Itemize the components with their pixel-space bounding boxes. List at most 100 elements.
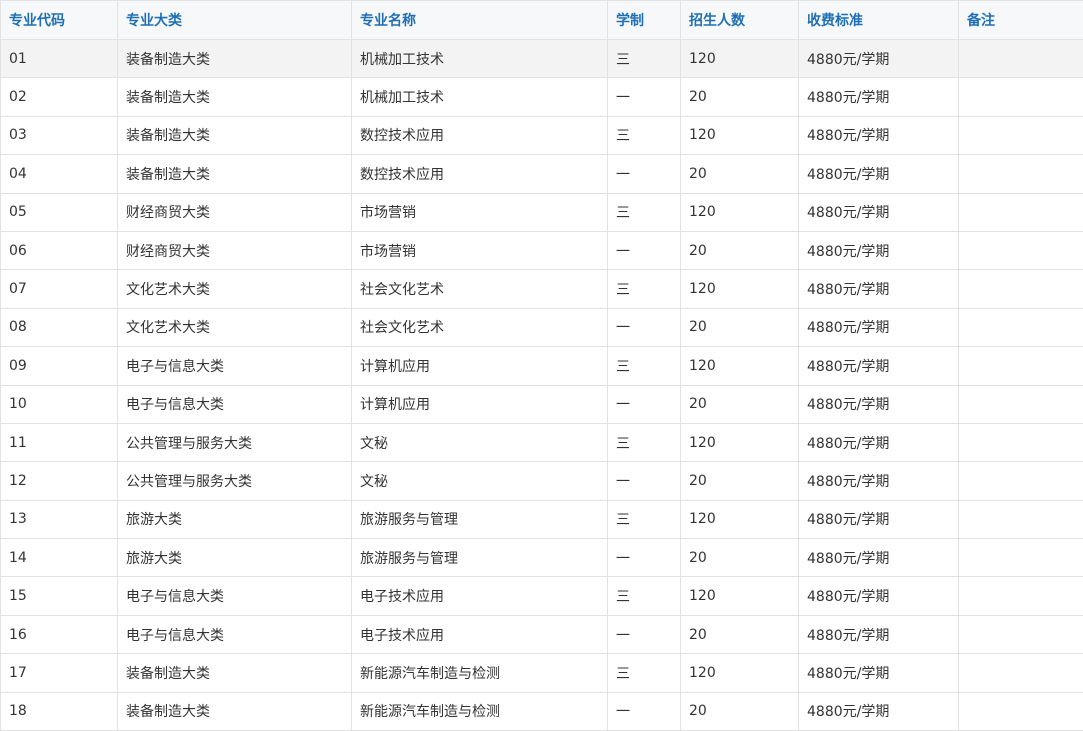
cell-major-name: 机械加工技术 (351, 38, 608, 79)
cell-fee: 4880元/学期 (798, 653, 959, 693)
cell-major-code: 07 (0, 269, 118, 309)
cell-major-code: 18 (0, 691, 118, 731)
header-major-name: 专业名称 (351, 0, 608, 40)
cell-duration: 三 (607, 38, 681, 79)
cell-major-category: 装备制造大类 (117, 154, 352, 194)
table-row: 14 旅游大类 旅游服务与管理一 20 4880元/学期 (0, 538, 1083, 578)
cell-major-category: 公共管理与服务大类 (117, 422, 352, 463)
cell-remarks (958, 614, 1083, 655)
cell-enrollment: 120 (680, 115, 799, 156)
cell-enrollment: 20 (680, 461, 799, 501)
table-row: 03 装备制造大类 数控技术应用三 120 4880元/学期 (0, 115, 1083, 156)
cell-major-category: 电子与信息大类 (117, 384, 352, 424)
cell-fee: 4880元/学期 (798, 461, 959, 501)
cell-enrollment: 120 (680, 192, 799, 232)
cell-major-code: 15 (0, 576, 118, 616)
table-row: 04 装备制造大类 数控技术应用一 20 4880元/学期 (0, 154, 1083, 194)
cell-duration: 三 (607, 269, 681, 309)
table-row: 08 文化艺术大类 社会文化艺术一 20 4880元/学期 (0, 307, 1083, 348)
cell-major-code: 13 (0, 499, 118, 540)
cell-major-name: 电子技术应用 (351, 576, 608, 616)
cell-enrollment: 20 (680, 307, 799, 348)
cell-enrollment: 20 (680, 154, 799, 194)
cell-major-code: 03 (0, 115, 118, 156)
cell-duration: 三 (607, 499, 681, 540)
cell-enrollment: 120 (680, 422, 799, 463)
cell-enrollment: 120 (680, 576, 799, 616)
cell-remarks (958, 576, 1083, 616)
table-row: 15 电子与信息大类 电子技术应用三 120 4880元/学期 (0, 576, 1083, 616)
cell-fee: 4880元/学期 (798, 230, 959, 271)
cell-major-name: 机械加工技术 (351, 77, 608, 117)
cell-major-code: 12 (0, 461, 118, 501)
header-major-category: 专业大类 (117, 0, 352, 40)
cell-major-category: 电子与信息大类 (117, 614, 352, 655)
cell-remarks (958, 538, 1083, 578)
cell-major-name: 旅游服务与管理 (351, 538, 608, 578)
cell-remarks (958, 653, 1083, 693)
cell-major-category: 旅游大类 (117, 538, 352, 578)
cell-enrollment: 120 (680, 499, 799, 540)
cell-major-name: 计算机应用 (351, 384, 608, 424)
cell-remarks (958, 691, 1083, 731)
cell-fee: 4880元/学期 (798, 77, 959, 117)
cell-fee: 4880元/学期 (798, 192, 959, 232)
table-row: 07 文化艺术大类 社会文化艺术三 120 4880元/学期 (0, 269, 1083, 309)
cell-remarks (958, 499, 1083, 540)
cell-fee: 4880元/学期 (798, 154, 959, 194)
cell-major-category: 文化艺术大类 (117, 269, 352, 309)
cell-major-code: 02 (0, 77, 118, 117)
cell-fee: 4880元/学期 (798, 115, 959, 156)
cell-major-category: 公共管理与服务大类 (117, 461, 352, 501)
cell-remarks (958, 461, 1083, 501)
cell-duration: 三 (607, 653, 681, 693)
cell-enrollment: 20 (680, 538, 799, 578)
header-fee: 收费标准 (798, 0, 959, 40)
cell-major-name: 电子技术应用 (351, 614, 608, 655)
cell-duration: 三 (607, 576, 681, 616)
table-row: 16 电子与信息大类 电子技术应用一 20 4880元/学期 (0, 614, 1083, 655)
cell-duration: 一 (607, 307, 681, 348)
cell-fee: 4880元/学期 (798, 499, 959, 540)
cell-fee: 4880元/学期 (798, 38, 959, 79)
cell-duration: 一 (607, 691, 681, 731)
cell-major-code: 11 (0, 422, 118, 463)
cell-major-category: 财经商贸大类 (117, 230, 352, 271)
cell-major-name: 新能源汽车制造与检测 (351, 691, 608, 731)
cell-enrollment: 20 (680, 691, 799, 731)
cell-major-category: 装备制造大类 (117, 691, 352, 731)
header-duration: 学制 (607, 0, 681, 40)
cell-major-name: 数控技术应用 (351, 115, 608, 156)
header-row: 专业代码 专业大类 专业名称 学制 招生人数 收费标准 备注 (0, 0, 1083, 40)
cell-duration: 三 (607, 192, 681, 232)
table-row: 10 电子与信息大类 计算机应用一 20 4880元/学期 (0, 384, 1083, 424)
cell-remarks (958, 307, 1083, 348)
cell-remarks (958, 154, 1083, 194)
cell-major-name: 市场营销 (351, 230, 608, 271)
cell-major-code: 01 (0, 38, 118, 79)
enrollment-table: 专业代码 专业大类 专业名称 学制 招生人数 收费标准 备注 01 装备制造大类 机… (0, 0, 1083, 731)
cell-fee: 4880元/学期 (798, 346, 959, 386)
cell-enrollment: 120 (680, 346, 799, 386)
cell-remarks (958, 192, 1083, 232)
cell-major-code: 05 (0, 192, 118, 232)
cell-major-category: 装备制造大类 (117, 653, 352, 693)
cell-fee: 4880元/学期 (798, 576, 959, 616)
cell-remarks (958, 77, 1083, 117)
cell-enrollment: 120 (680, 653, 799, 693)
cell-major-code: 08 (0, 307, 118, 348)
header-enrollment: 招生人数 (680, 0, 799, 40)
cell-remarks (958, 422, 1083, 463)
table-row: 02 装备制造大类 机械加工技术一 20 4880元/学期 (0, 77, 1083, 117)
cell-enrollment: 20 (680, 230, 799, 271)
cell-major-name: 新能源汽车制造与检测 (351, 653, 608, 693)
table-row: 09 电子与信息大类 计算机应用三 120 4880元/学期 (0, 346, 1083, 386)
table-body: 01 装备制造大类 机械加工技术三 120 4880元/学期 02 装备制造大类 机械加工技术… (0, 38, 1083, 731)
cell-fee: 4880元/学期 (798, 307, 959, 348)
cell-duration: 一 (607, 461, 681, 501)
cell-duration: 一 (607, 614, 681, 655)
table-row: 11 公共管理与服务大类 文秘三 120 4880元/学期 (0, 422, 1083, 463)
header-remarks: 备注 (958, 0, 1083, 40)
cell-major-name: 社会文化艺术 (351, 269, 608, 309)
cell-enrollment: 20 (680, 384, 799, 424)
